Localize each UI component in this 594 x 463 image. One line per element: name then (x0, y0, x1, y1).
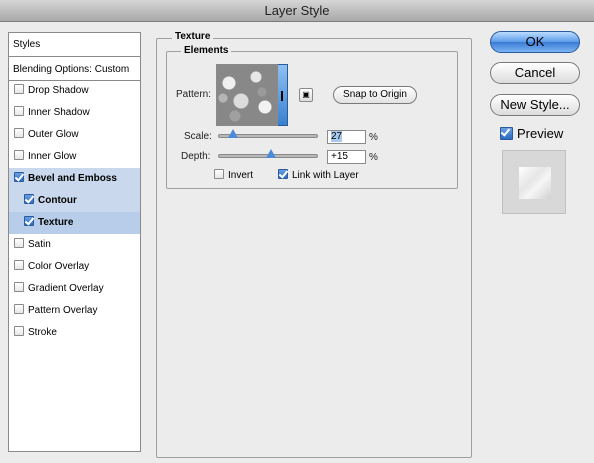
invert-checkbox-row[interactable]: Invert (214, 169, 253, 183)
checkbox-icon[interactable] (278, 169, 288, 180)
scale-slider-thumb[interactable] (228, 129, 238, 138)
checkbox-icon[interactable] (24, 194, 34, 205)
style-item-label: Outer Glow (28, 129, 79, 140)
blending-options-item[interactable]: Blending Options: Custom (9, 58, 140, 81)
style-item-stroke[interactable]: Stroke (9, 322, 140, 344)
new-style-button[interactable]: New Style... (490, 94, 580, 116)
style-item-drop-shadow[interactable]: Drop Shadow (9, 80, 140, 102)
invert-label: Invert (228, 170, 254, 181)
checkbox-icon[interactable] (500, 127, 513, 141)
style-item-bevel-emboss[interactable]: Bevel and Emboss (9, 168, 140, 190)
pattern-label: Pattern: (176, 89, 212, 100)
checkbox-icon[interactable] (14, 128, 24, 139)
depth-slider-thumb[interactable] (266, 149, 276, 158)
depth-input[interactable]: +15 (327, 150, 366, 164)
style-item-satin[interactable]: Satin (9, 234, 140, 256)
pattern-swatch[interactable] (216, 64, 278, 126)
preview-swatch (519, 167, 551, 199)
style-item-label: Color Overlay (28, 261, 90, 272)
checkbox-icon[interactable] (14, 150, 24, 161)
group-title: Elements (181, 45, 232, 56)
style-item-label: Gradient Overlay (28, 283, 104, 294)
link-with-layer-row[interactable]: Link with Layer (278, 169, 359, 183)
styles-list: Styles Blending Options: Custom Drop Sha… (8, 32, 141, 452)
style-item-label: Bevel and Emboss (28, 173, 117, 184)
style-item-label: Pattern Overlay (28, 305, 98, 316)
link-label: Link with Layer (292, 170, 359, 181)
style-item-label: Drop Shadow (28, 85, 89, 96)
ok-button[interactable]: OK (490, 31, 580, 53)
scale-input[interactable]: 27 (327, 130, 366, 144)
style-item-label: Contour (38, 195, 77, 206)
preview-label: Preview (517, 126, 564, 141)
snap-to-origin-button[interactable]: Snap to Origin (333, 86, 417, 104)
scale-unit: % (369, 132, 378, 143)
preview-thumbnail (502, 150, 566, 214)
depth-unit: % (369, 152, 378, 163)
scale-label: Scale: (184, 131, 212, 142)
pattern-dropdown-icon[interactable] (278, 64, 288, 126)
depth-value: +15 (331, 151, 348, 162)
checkbox-icon[interactable] (14, 106, 24, 117)
style-item-contour[interactable]: Contour (9, 190, 140, 212)
style-item-label: Satin (28, 239, 51, 250)
style-item-inner-shadow[interactable]: Inner Shadow (9, 102, 140, 124)
styles-header[interactable]: Styles (9, 33, 140, 57)
style-item-inner-glow[interactable]: Inner Glow (9, 146, 140, 168)
checkbox-icon[interactable] (214, 169, 224, 180)
new-preset-icon[interactable]: ▣ (299, 88, 313, 102)
style-item-label: Inner Glow (28, 151, 77, 162)
checkbox-icon[interactable] (24, 216, 34, 227)
window-title: Layer Style (264, 3, 330, 18)
style-item-outer-glow[interactable]: Outer Glow (9, 124, 140, 146)
checkbox-icon[interactable] (14, 84, 24, 95)
scale-value: 27 (331, 131, 343, 142)
preview-checkbox-row[interactable]: Preview (500, 126, 563, 142)
checkbox-icon[interactable] (14, 326, 24, 337)
checkbox-icon[interactable] (14, 304, 24, 315)
style-item-label: Texture (38, 217, 74, 228)
section-title: Texture (172, 31, 214, 42)
style-item-pattern-overlay[interactable]: Pattern Overlay (9, 300, 140, 322)
checkbox-icon[interactable] (14, 260, 24, 271)
style-item-label: Stroke (28, 327, 57, 338)
depth-label: Depth: (181, 151, 211, 162)
checkbox-icon[interactable] (14, 238, 24, 249)
style-item-texture[interactable]: Texture (9, 212, 140, 234)
cancel-button[interactable]: Cancel (490, 62, 580, 84)
window-titlebar: Layer Style (0, 0, 594, 22)
style-item-label: Inner Shadow (28, 107, 90, 118)
checkbox-icon[interactable] (14, 282, 24, 293)
checkbox-icon[interactable] (14, 172, 24, 183)
style-item-color-overlay[interactable]: Color Overlay (9, 256, 140, 278)
style-item-gradient-overlay[interactable]: Gradient Overlay (9, 278, 140, 300)
